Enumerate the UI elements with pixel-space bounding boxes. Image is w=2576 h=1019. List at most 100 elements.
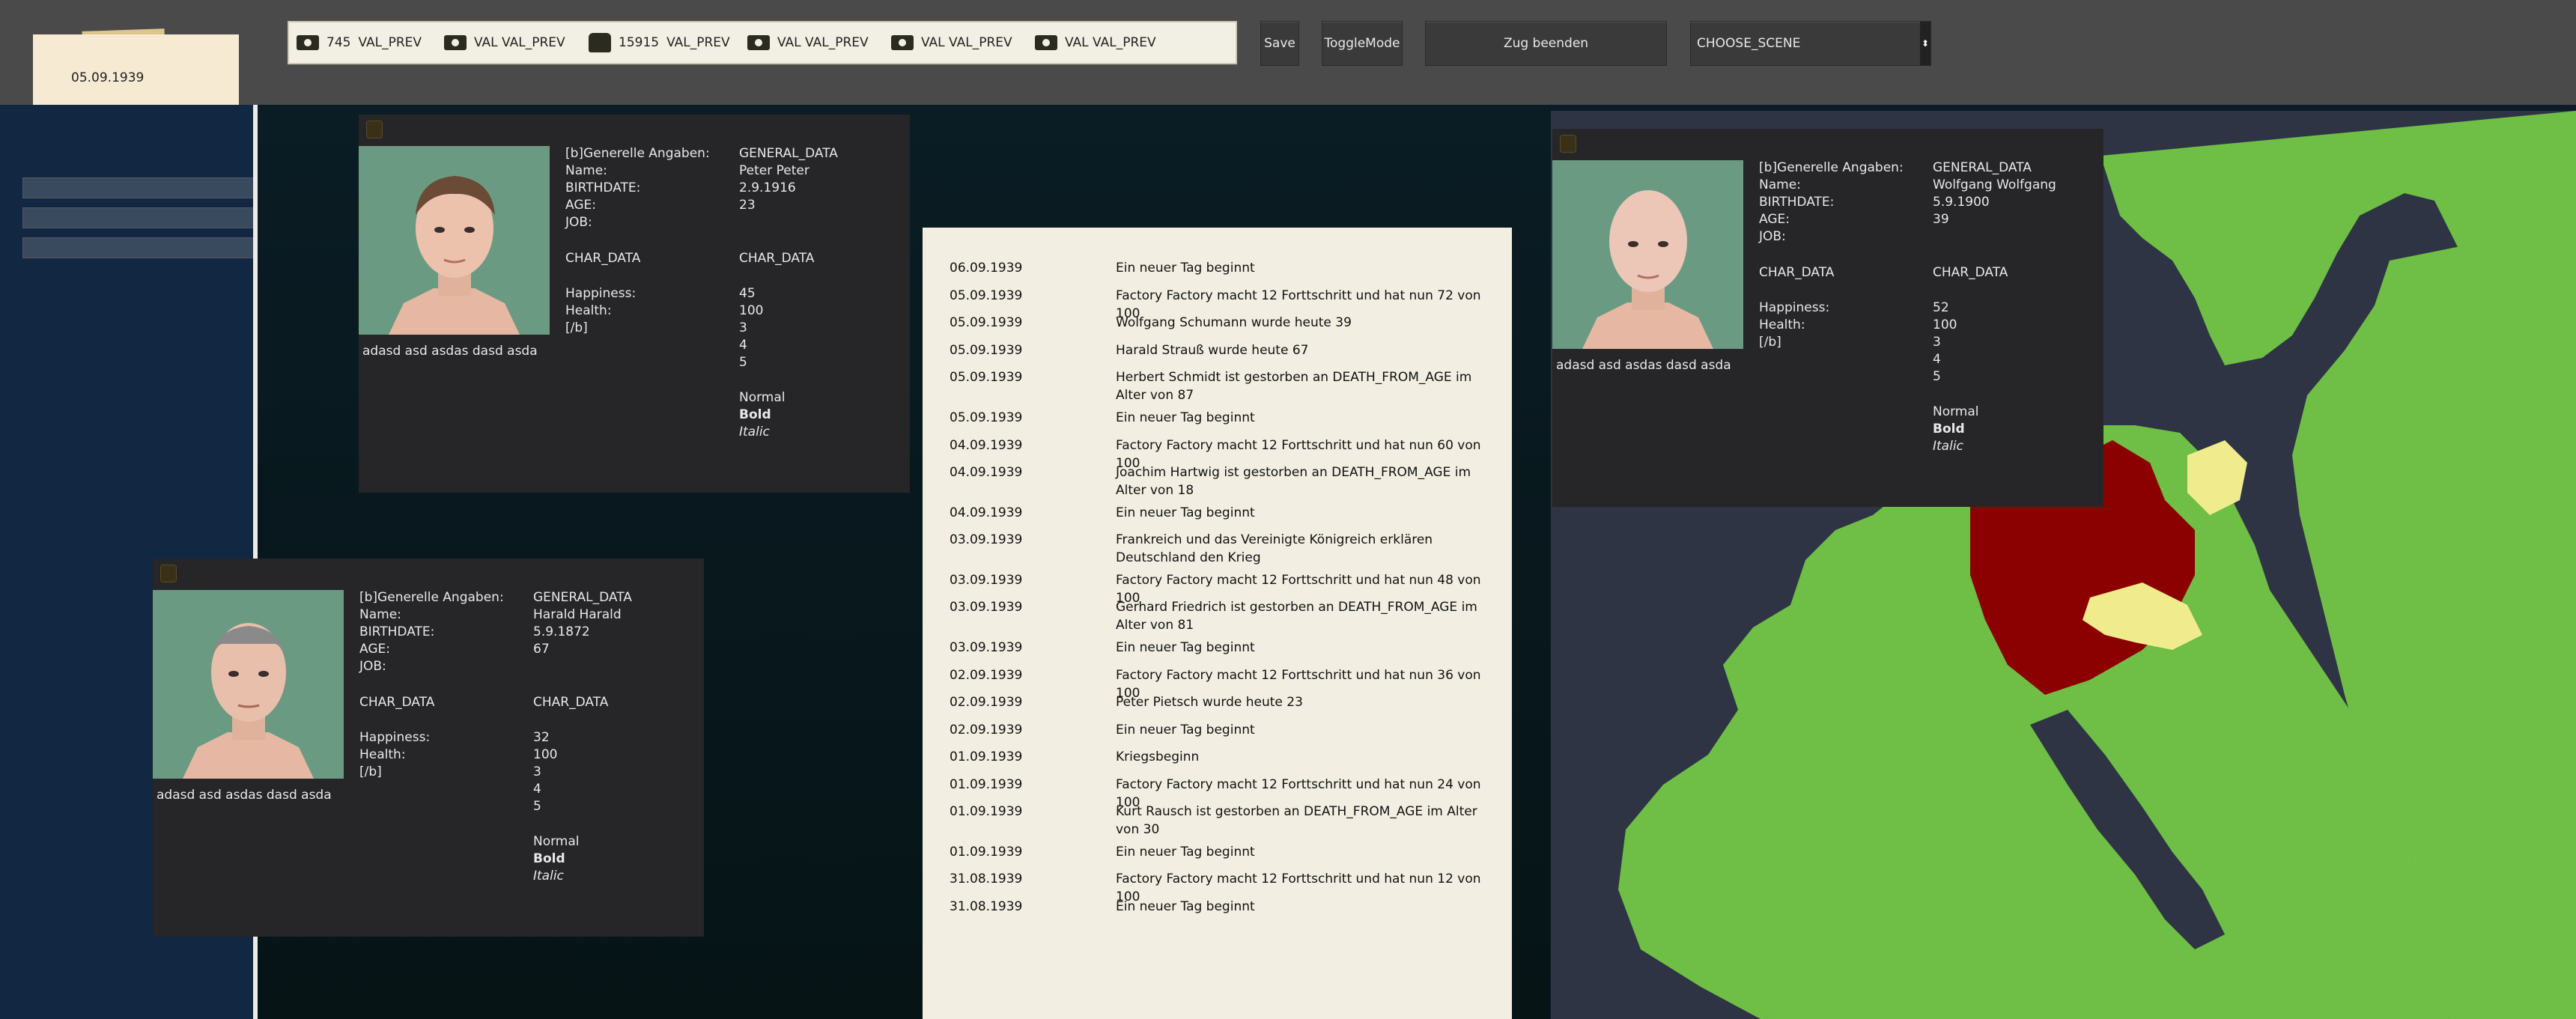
log-text: Ein neuer Tag beginnt: [1116, 723, 1255, 737]
resource-label: VAL VAL_PREV: [474, 35, 565, 50]
happiness-value: 32: [533, 730, 550, 745]
log-date: 02.09.1939: [950, 695, 1023, 710]
name-label: Name:: [565, 163, 607, 178]
character-portrait: [359, 146, 550, 335]
log-text: Ein neuer Tag beginnt: [1116, 410, 1255, 425]
top-bar: 745 VAL_PREV VAL VAL_PREV 15915 VAL_PREV…: [0, 0, 2576, 105]
health-value: 100: [739, 303, 764, 318]
age-label: AGE:: [359, 642, 390, 657]
character-portrait: [1552, 160, 1743, 349]
happiness-label: Happiness:: [565, 286, 637, 301]
end-b-label: [/b]: [1759, 335, 1781, 350]
job-label: JOB:: [565, 215, 592, 230]
resource-label: VAL VAL_PREV: [921, 35, 1012, 50]
age-value: 67: [533, 642, 550, 657]
log-date: 03.09.1939: [950, 640, 1023, 655]
money-icon: [891, 35, 914, 50]
job-label: JOB:: [359, 659, 386, 674]
log-date: 01.09.1939: [950, 845, 1023, 860]
age-label: AGE:: [1759, 212, 1790, 227]
stat-value: 5: [533, 799, 541, 814]
log-text: Joachim Hartwig ist gestorben an DEATH_F…: [1116, 465, 1471, 498]
log-text: Ein neuer Tag beginnt: [1116, 261, 1255, 276]
log-text: Frankreich und das Vereinigte Königreich…: [1116, 532, 1433, 565]
log-date: 31.08.1939: [950, 899, 1023, 914]
stat-value: 3: [533, 764, 541, 779]
scene-select[interactable]: CHOOSE_SCENE ⬍: [1690, 21, 1931, 66]
happiness-label: Happiness:: [359, 730, 431, 745]
resource-soldiers: 15915 VAL_PREV: [589, 22, 730, 63]
log-date: 03.09.1939: [950, 573, 1023, 588]
log-date: 05.09.1939: [950, 343, 1023, 358]
resource-label: VAL VAL_PREV: [1065, 35, 1156, 50]
age-value: 23: [739, 198, 756, 213]
character-portrait: [153, 590, 344, 779]
resource-amount: 745: [326, 35, 351, 50]
birthdate-value: 2.9.1916: [739, 180, 796, 195]
happiness-value: 45: [739, 286, 756, 301]
char-data-value: CHAR_DATA: [533, 695, 609, 710]
toggle-mode-button[interactable]: ToggleMode: [1322, 21, 1403, 66]
stat-value: 4: [739, 338, 747, 353]
log-date: 05.09.1939: [950, 410, 1023, 425]
emblem-icon: [366, 121, 383, 139]
char-data-value: CHAR_DATA: [1933, 265, 2008, 280]
log-text: Ein neuer Tag beginnt: [1116, 899, 1255, 914]
emblem-icon: [160, 565, 177, 582]
character-card[interactable]: adasd asd asdas dasd asda [b]Generelle A…: [359, 115, 910, 493]
money-icon: [297, 35, 319, 50]
char-data-label: CHAR_DATA: [359, 695, 435, 710]
current-date: 05.09.1939: [71, 70, 145, 85]
end-turn-button[interactable]: Zug beenden: [1425, 21, 1667, 66]
log-date: 01.09.1939: [950, 777, 1023, 792]
character-caption: adasd asd asdas dasd asda: [362, 344, 538, 359]
log-date: 03.09.1939: [950, 532, 1023, 547]
style-italic: Italic: [739, 425, 770, 439]
birthdate-label: BIRTHDATE:: [359, 624, 435, 639]
event-log[interactable]: 06.09.1939 Ein neuer Tag beginnt 05.09.193…: [923, 228, 1512, 1019]
money-icon: [747, 35, 770, 50]
log-date: 05.09.1939: [950, 370, 1023, 385]
general-value: GENERAL_DATA: [533, 590, 632, 605]
name-label: Name:: [1759, 177, 1801, 192]
style-bold: Bold: [739, 407, 771, 422]
stat-value: 5: [1933, 369, 1941, 384]
stat-value: 4: [1933, 352, 1941, 367]
job-label: JOB:: [1759, 229, 1786, 244]
name-value: Peter Peter: [739, 163, 809, 178]
helmet-icon: [589, 33, 611, 52]
face-image: [389, 176, 520, 335]
name-label: Name:: [359, 607, 401, 622]
log-text: Kurt Rausch ist gestorben an DEATH_FROM_…: [1116, 804, 1477, 837]
log-date: 03.09.1939: [950, 600, 1023, 615]
style-italic: Italic: [533, 869, 564, 883]
character-card[interactable]: adasd asd asdas dasd asda [b]Generelle A…: [1552, 129, 2103, 507]
stat-value: 3: [1933, 335, 1941, 350]
left-menu-bar-2[interactable]: [22, 207, 255, 228]
resource-money-3: VAL VAL_PREV: [747, 22, 869, 63]
style-bold: Bold: [1933, 422, 1965, 437]
health-label: Health:: [1759, 317, 1805, 332]
style-normal: Normal: [533, 834, 580, 849]
char-data-label: CHAR_DATA: [1759, 265, 1835, 280]
happiness-label: Happiness:: [1759, 300, 1830, 315]
left-menu-bar-1[interactable]: [22, 177, 255, 198]
resource-bar: 745 VAL_PREV VAL VAL_PREV 15915 VAL_PREV…: [288, 21, 1237, 64]
log-date: 02.09.1939: [950, 723, 1023, 737]
left-menu-bar-3[interactable]: [22, 237, 255, 258]
resource-money-2: VAL VAL_PREV: [444, 22, 565, 63]
birthdate-label: BIRTHDATE:: [565, 180, 641, 195]
resource-amount: 15915: [619, 35, 660, 50]
log-date: 04.09.1939: [950, 465, 1023, 480]
health-value: 100: [1933, 317, 1957, 332]
style-normal: Normal: [739, 390, 786, 405]
end-b-label: [/b]: [565, 320, 588, 335]
log-date: 31.08.1939: [950, 872, 1023, 886]
log-date: 01.09.1939: [950, 804, 1023, 819]
general-label: [b]Generelle Angaben:: [359, 590, 504, 605]
character-card[interactable]: adasd asd asdas dasd asda [b]Generelle A…: [153, 559, 704, 937]
save-button[interactable]: Save: [1260, 21, 1299, 66]
health-label: Health:: [359, 747, 406, 762]
age-value: 39: [1933, 212, 1949, 227]
money-icon: [1035, 35, 1057, 50]
